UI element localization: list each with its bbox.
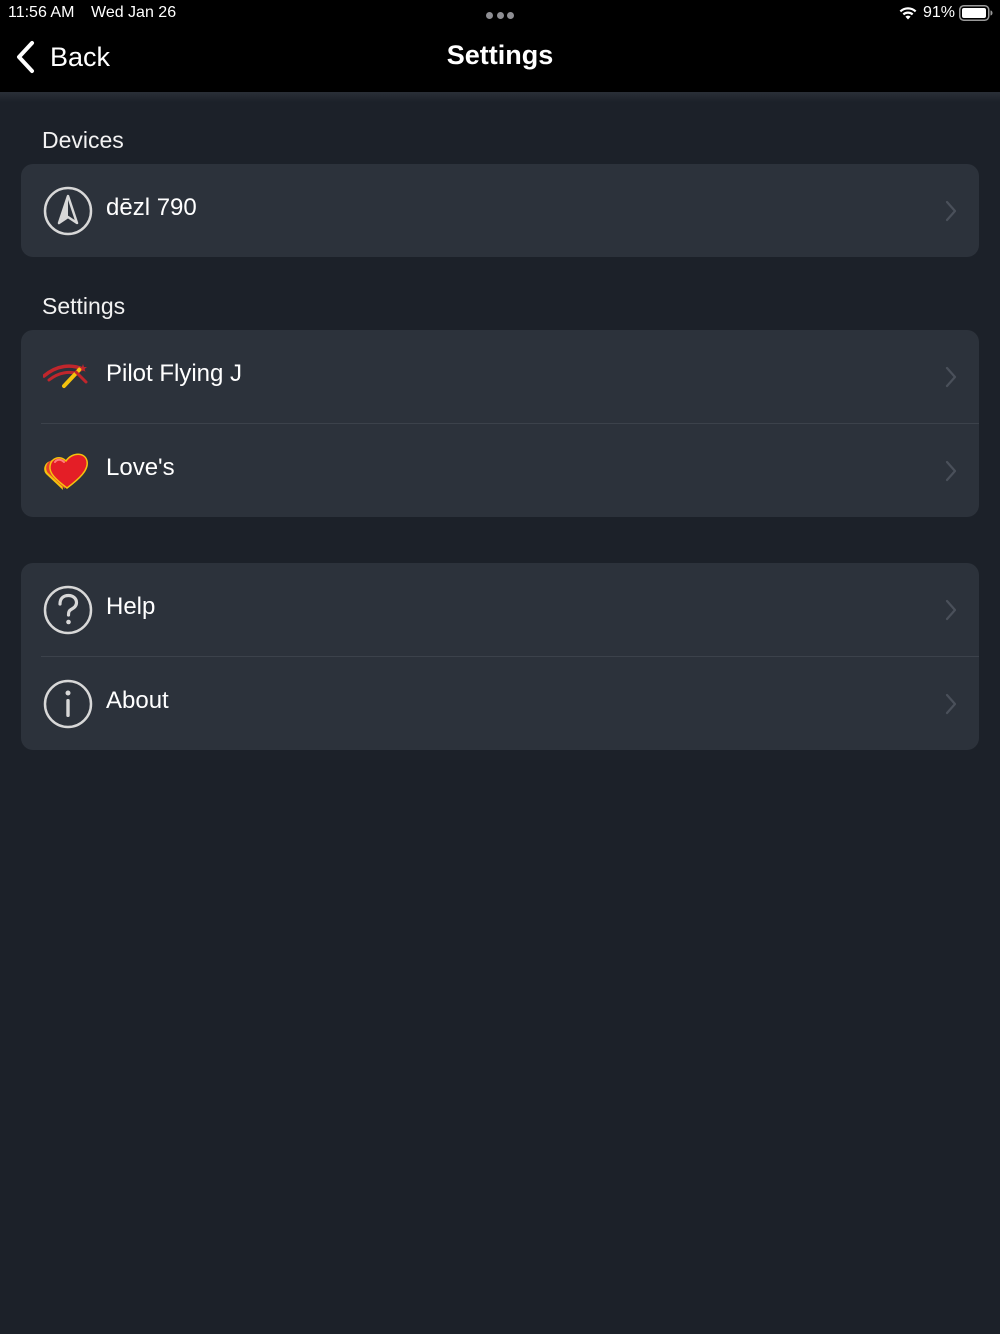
list-item-loves[interactable]: Love's bbox=[41, 423, 979, 517]
chevron-right-icon bbox=[945, 599, 957, 621]
navigation-arrow-icon bbox=[43, 186, 93, 236]
support-group: Help About bbox=[21, 563, 979, 750]
help-label: Help bbox=[106, 593, 156, 620]
list-item-device-dezl-790[interactable]: dēzl 790 bbox=[21, 164, 979, 257]
page-title: Settings bbox=[446, 40, 554, 70]
nav-divider bbox=[0, 92, 1000, 102]
battery-icon bbox=[959, 5, 993, 21]
chevron-right-icon bbox=[945, 366, 957, 388]
list-item-pilot-flying-j[interactable]: Pilot Flying J bbox=[21, 330, 979, 423]
chevron-right-icon bbox=[945, 693, 957, 715]
multitasking-dots-icon[interactable] bbox=[486, 12, 514, 20]
top-bar: 11:56 AM Wed Jan 26 91% Back Settings bbox=[0, 0, 1000, 92]
pilot-flying-j-label: Pilot Flying J bbox=[106, 360, 243, 387]
device-label: dēzl 790 bbox=[106, 194, 197, 221]
settings-group: Pilot Flying J Love's bbox=[21, 330, 979, 517]
section-header-devices: Devices bbox=[42, 127, 124, 153]
status-date: Wed Jan 26 bbox=[91, 4, 177, 21]
about-label: About bbox=[106, 687, 169, 714]
loves-label: Love's bbox=[106, 454, 175, 481]
chevron-right-icon bbox=[945, 200, 957, 222]
list-item-help[interactable]: Help bbox=[21, 563, 979, 656]
status-time: 11:56 AM bbox=[8, 4, 75, 21]
loves-heart-logo bbox=[44, 453, 88, 490]
devices-group: dēzl 790 bbox=[21, 164, 979, 257]
section-header-settings: Settings bbox=[42, 293, 126, 319]
wifi-icon bbox=[899, 7, 917, 20]
info-icon bbox=[43, 679, 93, 729]
pilot-flying-j-logo bbox=[43, 364, 88, 388]
chevron-right-icon bbox=[945, 460, 957, 482]
battery-percentage: 91% bbox=[923, 4, 956, 21]
question-icon bbox=[43, 585, 93, 635]
list-item-about[interactable]: About bbox=[41, 656, 979, 750]
